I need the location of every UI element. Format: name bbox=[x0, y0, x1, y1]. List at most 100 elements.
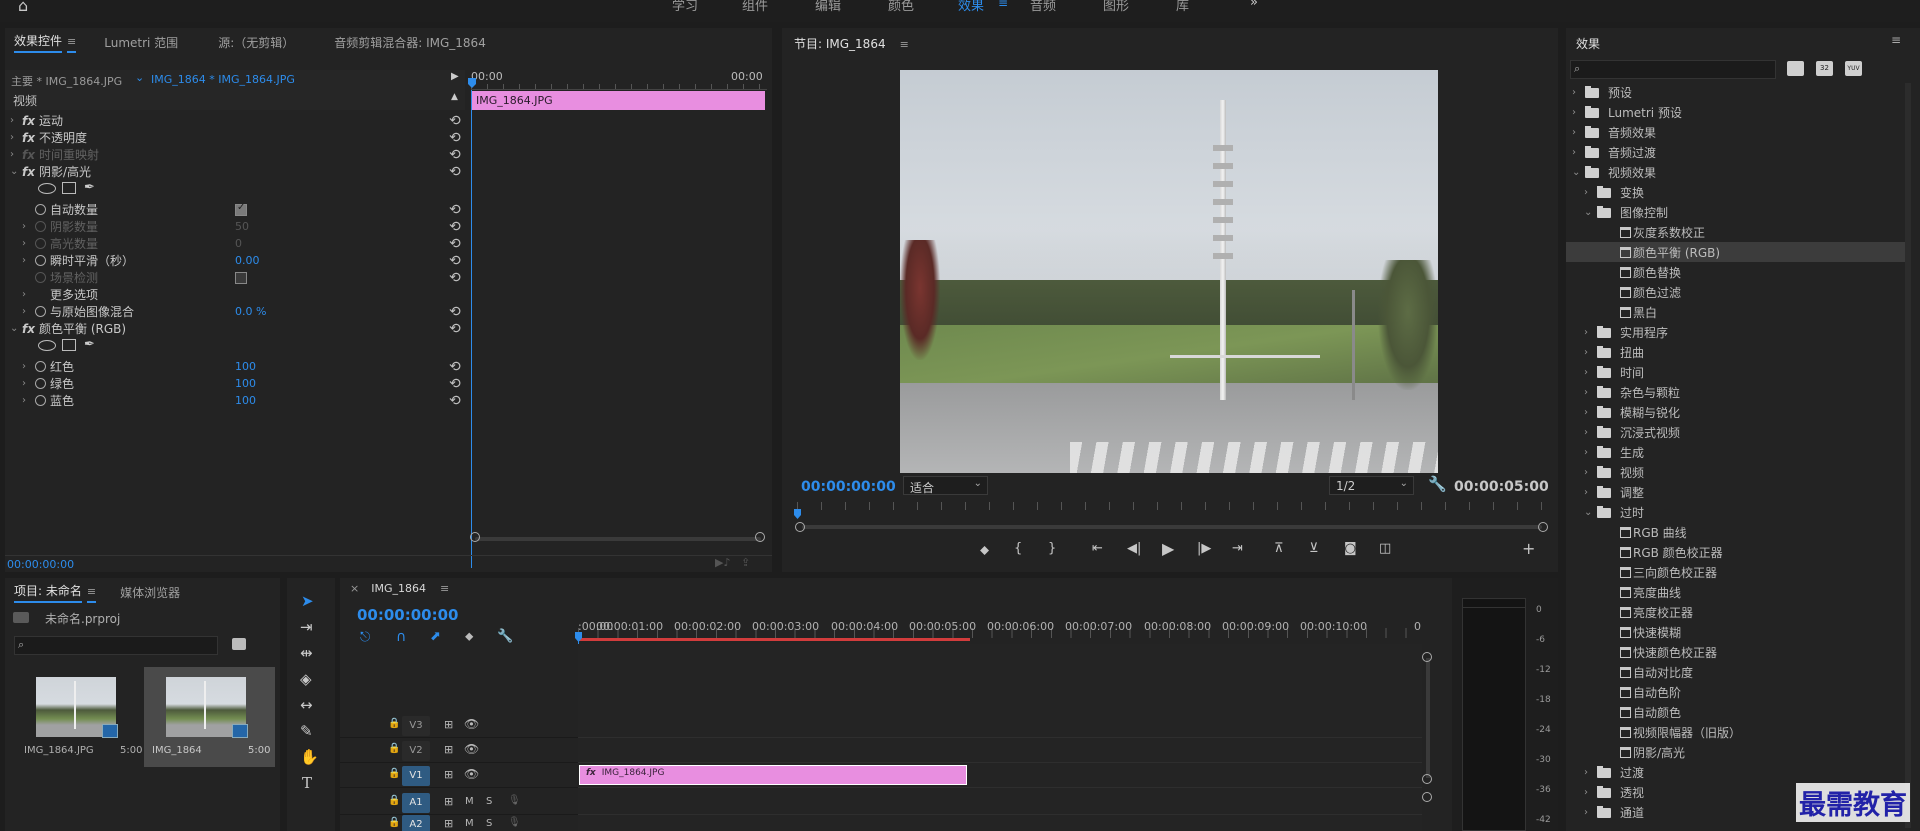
effects-tree-item[interactable]: 自动颜色 bbox=[1566, 702, 1906, 722]
track-name-badge[interactable]: V3 bbox=[402, 716, 430, 736]
property-value[interactable]: 0.00 bbox=[235, 254, 260, 267]
close-icon[interactable]: × bbox=[350, 582, 359, 595]
chevron-right-icon[interactable]: › bbox=[1584, 187, 1588, 198]
go-to-out-icon[interactable]: ⇥ bbox=[1232, 541, 1243, 556]
step-back-icon[interactable]: ◀| bbox=[1127, 541, 1141, 556]
lock-icon[interactable]: 🔒 bbox=[388, 817, 400, 828]
stopwatch-icon[interactable] bbox=[35, 272, 46, 283]
chevron-right-icon[interactable]: › bbox=[1572, 107, 1576, 118]
property-value[interactable]: 0 bbox=[235, 237, 242, 250]
chevron-right-icon[interactable]: › bbox=[10, 115, 14, 126]
fx-badge-icon[interactable]: fx bbox=[22, 131, 35, 145]
effects-tree-item[interactable]: 自动对比度 bbox=[1566, 662, 1906, 682]
effects-tree-item[interactable]: › 音频过渡 bbox=[1566, 142, 1906, 162]
pen-mask-icon[interactable]: ✒ bbox=[84, 180, 95, 195]
chevron-right-icon[interactable]: › bbox=[22, 361, 26, 372]
chevron-right-icon[interactable]: › bbox=[1584, 487, 1588, 498]
workspace-libraries[interactable]: 库 bbox=[1176, 0, 1189, 14]
add-marker-icon[interactable]: ⬥ bbox=[465, 629, 473, 644]
tab-audio-clip-mixer[interactable]: 音频剪辑混合器: IMG_1864 bbox=[326, 34, 494, 51]
sync-lock-icon[interactable]: ⊞ bbox=[444, 743, 453, 756]
nest-toggle-icon[interactable]: ⎋ bbox=[360, 630, 370, 645]
mute-button[interactable]: M bbox=[465, 818, 474, 829]
track-lane[interactable] bbox=[578, 791, 1422, 815]
compare-icon[interactable]: ◫ bbox=[1379, 541, 1391, 556]
lock-icon[interactable]: 🔒 bbox=[388, 768, 400, 779]
track-name-badge[interactable]: V1 bbox=[402, 766, 430, 786]
fx-badge-icon[interactable]: fx bbox=[22, 165, 35, 179]
timeline-settings-icon[interactable]: 🔧 bbox=[497, 629, 513, 644]
stopwatch-icon[interactable] bbox=[35, 361, 46, 372]
stopwatch-icon[interactable] bbox=[35, 238, 46, 249]
workspace-assembly[interactable]: 组件 bbox=[742, 0, 768, 14]
ellipse-mask-icon[interactable] bbox=[38, 183, 56, 194]
effects-tree-item[interactable]: 自动色阶 bbox=[1566, 682, 1906, 702]
effects-tree-item[interactable]: 阴影/高光 bbox=[1566, 742, 1906, 762]
effects-tree-item[interactable]: 三向颜色校正器 bbox=[1566, 562, 1906, 582]
stopwatch-icon[interactable] bbox=[35, 306, 46, 317]
effects-tree-item[interactable]: › 视频 bbox=[1566, 462, 1906, 482]
property-value[interactable]: 0.0 % bbox=[235, 305, 266, 318]
microphone-icon[interactable]: 🎙 bbox=[508, 795, 521, 806]
ec-timecode[interactable]: 00:00:00:00 bbox=[7, 558, 74, 571]
zoom-right-handle[interactable] bbox=[1538, 522, 1548, 532]
track-lane[interactable] bbox=[578, 813, 1422, 831]
add-marker-icon[interactable]: ⬥ bbox=[980, 543, 989, 558]
program-scrub-ruler[interactable] bbox=[797, 502, 1544, 510]
ec-scroll-left-handle[interactable] bbox=[470, 532, 480, 542]
effects-tree-item[interactable]: 颜色平衡 (RGB) bbox=[1566, 242, 1906, 262]
audio-only-icon[interactable]: ▶♪ bbox=[715, 556, 730, 569]
ec-clip-bar[interactable]: IMG_1864.JPG bbox=[472, 91, 765, 110]
tab-effect-controls[interactable]: 效果控件 ≡ bbox=[5, 32, 84, 53]
effects-tree-item[interactable]: RGB 曲线 bbox=[1566, 522, 1906, 542]
chevron-right-icon[interactable]: › bbox=[22, 395, 26, 406]
track-name-badge[interactable]: V2 bbox=[402, 741, 430, 761]
property-value[interactable]: 100 bbox=[235, 360, 256, 373]
accelerated-effects-icon[interactable] bbox=[1787, 61, 1804, 76]
chevron-right-icon[interactable]: › bbox=[1584, 367, 1588, 378]
chevron-down-icon[interactable]: ⌄ bbox=[1584, 507, 1592, 518]
hand-tool-icon[interactable]: ✋ bbox=[300, 748, 319, 766]
effects-tree-item[interactable]: 快速模糊 bbox=[1566, 622, 1906, 642]
stopwatch-icon[interactable] bbox=[35, 378, 46, 389]
track-lane[interactable] bbox=[578, 714, 1422, 738]
effects-tree-item[interactable]: 亮度曲线 bbox=[1566, 582, 1906, 602]
lift-icon[interactable]: ⊼ bbox=[1274, 541, 1284, 556]
sync-lock-icon[interactable]: ⊞ bbox=[444, 718, 453, 731]
effects-tree-item[interactable]: › 预设 bbox=[1566, 82, 1906, 102]
eye-icon[interactable]: 👁 bbox=[464, 717, 479, 731]
vscroll-bottom-handle[interactable] bbox=[1422, 774, 1432, 784]
sync-lock-icon[interactable]: ⊞ bbox=[444, 817, 453, 830]
chevron-right-icon[interactable]: › bbox=[1584, 427, 1588, 438]
eye-icon[interactable]: 👁 bbox=[464, 742, 479, 756]
effects-tree-item[interactable]: ⌄ 图像控制 bbox=[1566, 202, 1906, 222]
workspace-graphics[interactable]: 图形 bbox=[1103, 0, 1129, 14]
ec-scrollbar[interactable] bbox=[475, 537, 761, 541]
chevron-right-icon[interactable]: › bbox=[22, 289, 26, 300]
effects-tree-item[interactable]: › 沉浸式视频 bbox=[1566, 422, 1906, 442]
chevron-right-icon[interactable]: › bbox=[22, 238, 26, 249]
v1-clip[interactable]: fx IMG_1864.JPG bbox=[579, 765, 967, 785]
effects-tree-item[interactable]: › 实用程序 bbox=[1566, 322, 1906, 342]
chevron-down-icon[interactable]: ⌄ bbox=[10, 323, 18, 334]
effects-tree-item[interactable]: › 时间 bbox=[1566, 362, 1906, 382]
resolution-dropdown[interactable]: 1/2 ⌄ bbox=[1329, 476, 1414, 495]
chevron-right-icon[interactable]: › bbox=[1572, 127, 1576, 138]
effects-scrollbar[interactable] bbox=[1905, 83, 1911, 828]
fx-badge-icon[interactable]: fx bbox=[22, 114, 35, 128]
effects-tree-item[interactable]: › 生成 bbox=[1566, 442, 1906, 462]
microphone-icon[interactable]: 🎙 bbox=[508, 817, 521, 828]
camera-icon[interactable]: ◙ bbox=[1344, 541, 1357, 556]
fit-dropdown[interactable]: 适合 ⌄ bbox=[903, 476, 988, 495]
tab-source[interactable]: 源:（无剪辑） bbox=[210, 34, 302, 51]
chevron-down-icon[interactable]: ⌄ bbox=[10, 166, 18, 177]
stopwatch-icon[interactable] bbox=[35, 204, 46, 215]
property-value[interactable]: 100 bbox=[235, 377, 256, 390]
chevron-right-icon[interactable]: › bbox=[1584, 467, 1588, 478]
program-monitor-title[interactable]: 节目: IMG_1864 ≡ bbox=[794, 35, 909, 52]
razor-tool-icon[interactable]: ◈ bbox=[300, 670, 312, 688]
pen-mask-icon[interactable]: ✒ bbox=[84, 337, 95, 352]
go-to-in-icon[interactable]: ⇤ bbox=[1092, 541, 1103, 556]
type-tool-icon[interactable]: T bbox=[302, 774, 312, 792]
rectangle-mask-icon[interactable] bbox=[62, 339, 76, 351]
